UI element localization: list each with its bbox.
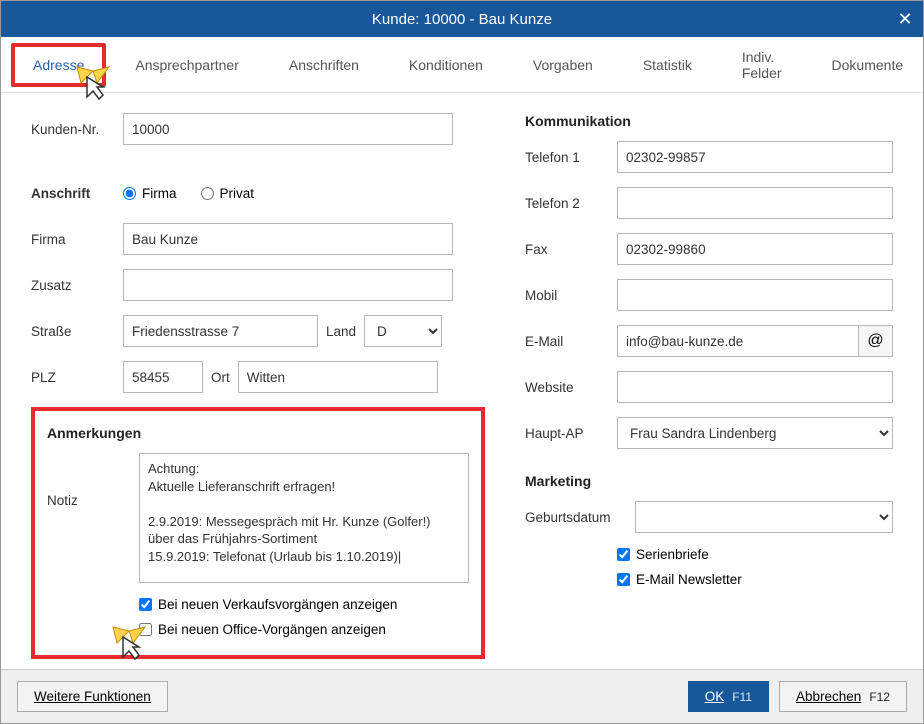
fax-label: Fax — [525, 242, 617, 257]
land-label: Land — [326, 324, 356, 339]
hauptap-select[interactable]: Frau Sandra Lindenberg — [617, 417, 893, 449]
chk-verkauf[interactable] — [139, 598, 152, 611]
weitere-funktionen-button[interactable]: Weitere Funktionen — [17, 681, 168, 712]
radio-firma[interactable]: Firma — [123, 186, 177, 201]
tab-bar: Adresse Ansprechpartner Anschriften Kond… — [1, 37, 923, 93]
tel2-input[interactable] — [617, 187, 893, 219]
email-at-button[interactable]: @ — [859, 325, 893, 357]
website-input[interactable] — [617, 371, 893, 403]
zusatz-input[interactable] — [123, 269, 453, 301]
tab-statistik[interactable]: Statistik — [622, 44, 713, 86]
hauptap-label: Haupt-AP — [525, 426, 617, 441]
tab-anschriften[interactable]: Anschriften — [268, 44, 380, 86]
window-title: Kunde: 10000 - Bau Kunze — [372, 11, 552, 28]
plz-label: PLZ — [31, 370, 123, 385]
kundennr-input[interactable] — [123, 113, 453, 145]
ort-label: Ort — [211, 370, 230, 385]
footer: Weitere Funktionen OKF11 AbbrechenF12 — [1, 669, 923, 723]
chk-newsletter-label: E-Mail Newsletter — [636, 572, 742, 587]
tab-vorgaben[interactable]: Vorgaben — [512, 44, 614, 86]
chk-office-label: Bei neuen Office-Vorgängen anzeigen — [158, 622, 386, 637]
firma-label: Firma — [31, 232, 123, 247]
geburt-select[interactable] — [635, 501, 893, 533]
anschrift-label: Anschrift — [31, 186, 123, 201]
website-label: Website — [525, 380, 617, 395]
chk-serienbriefe[interactable] — [617, 548, 630, 561]
chk-verkauf-label: Bei neuen Verkaufsvorgängen anzeigen — [158, 597, 397, 612]
tel1-label: Telefon 1 — [525, 150, 617, 165]
strasse-input[interactable] — [123, 315, 318, 347]
marketing-title: Marketing — [525, 473, 893, 489]
anmerkungen-title: Anmerkungen — [47, 425, 469, 441]
plz-input[interactable] — [123, 361, 203, 393]
kommunikation-title: Kommunikation — [525, 113, 893, 129]
firma-input[interactable] — [123, 223, 453, 255]
email-input[interactable] — [617, 325, 859, 357]
tab-konditionen[interactable]: Konditionen — [388, 44, 504, 86]
fax-input[interactable] — [617, 233, 893, 265]
chk-serienbriefe-label: Serienbriefe — [636, 547, 709, 562]
tab-adresse[interactable]: Adresse — [11, 43, 106, 87]
kundennr-label: Kunden-Nr. — [31, 122, 123, 137]
tab-ansprechpartner[interactable]: Ansprechpartner — [114, 44, 260, 86]
chk-newsletter[interactable] — [617, 573, 630, 586]
geburt-label: Geburtsdatum — [525, 510, 635, 525]
abbrechen-button[interactable]: AbbrechenF12 — [779, 681, 907, 712]
strasse-label: Straße — [31, 324, 123, 339]
zusatz-label: Zusatz — [31, 278, 123, 293]
ok-button[interactable]: OKF11 — [688, 681, 769, 712]
radio-privat[interactable]: Privat — [201, 186, 255, 201]
tab-indiv-felder[interactable]: Indiv. Felder — [721, 36, 803, 94]
email-label: E-Mail — [525, 334, 617, 349]
tel1-input[interactable] — [617, 141, 893, 173]
tel2-label: Telefon 2 — [525, 196, 617, 211]
mobil-label: Mobil — [525, 288, 617, 303]
mobil-input[interactable] — [617, 279, 893, 311]
land-select[interactable]: D — [364, 315, 442, 347]
notiz-label: Notiz — [47, 493, 139, 508]
ort-input[interactable] — [238, 361, 438, 393]
titlebar: Kunde: 10000 - Bau Kunze ✕ — [1, 1, 923, 37]
anmerkungen-section: Anmerkungen Notiz Bei neuen Verkaufsvorg… — [31, 407, 485, 659]
right-column: Kommunikation Telefon 1 Telefon 2 Fax Mo… — [525, 113, 893, 659]
chk-office[interactable] — [139, 623, 152, 636]
notiz-textarea[interactable] — [139, 453, 469, 583]
close-button[interactable]: ✕ — [887, 1, 923, 37]
left-column: Kunden-Nr. Anschrift Firma Privat Firma … — [31, 113, 485, 659]
tab-dokumente[interactable]: Dokumente — [811, 44, 924, 86]
